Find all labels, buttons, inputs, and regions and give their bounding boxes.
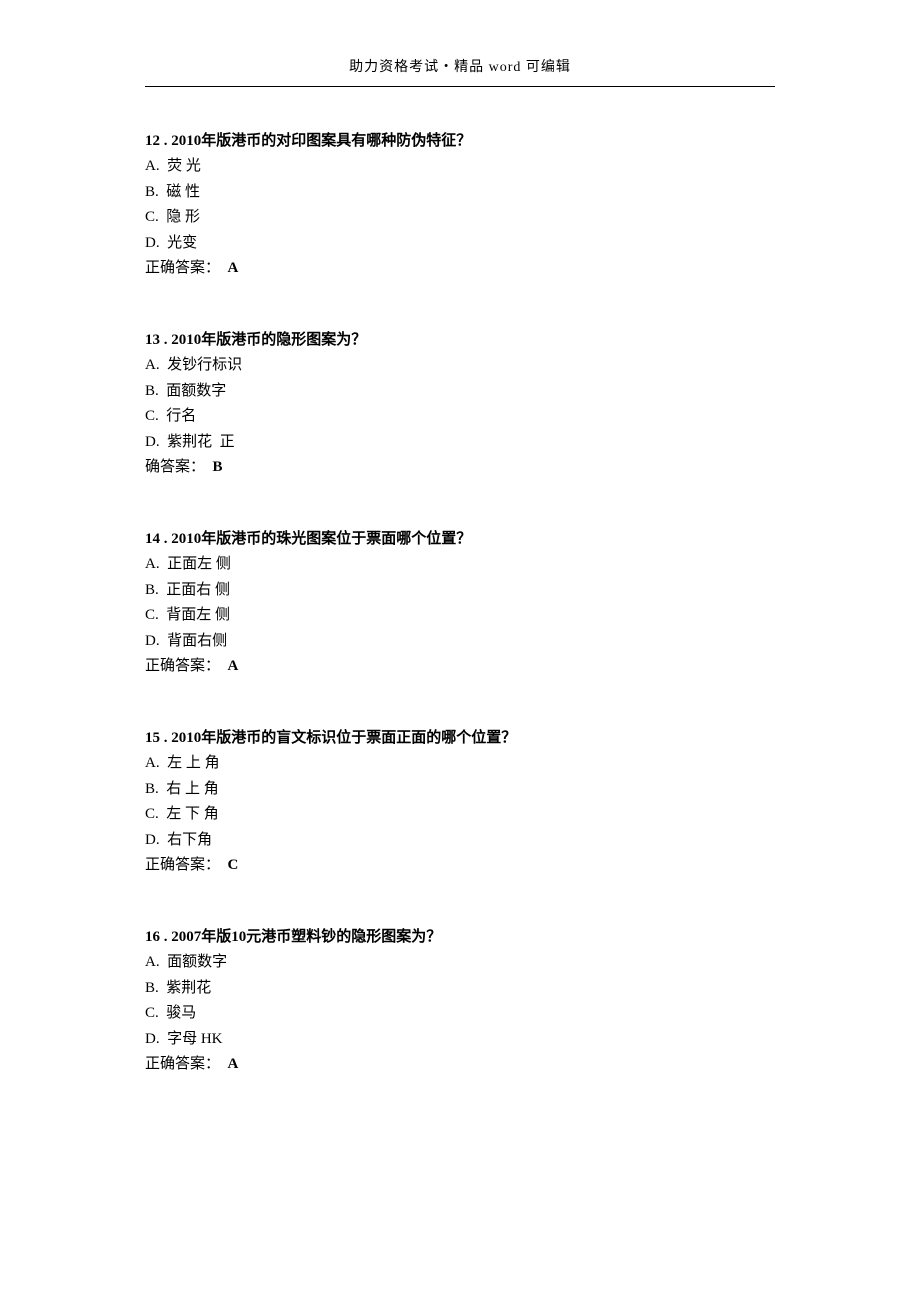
option-d: D. 右下角: [145, 828, 775, 854]
option-a: A. 荧 光: [145, 154, 775, 180]
option-c: C. 左 下 角: [145, 802, 775, 828]
question-line: 16 . 2007年版10元港币塑料钞的隐形图案为？: [145, 925, 775, 951]
option-c: C. 背面左 侧: [145, 603, 775, 629]
option-d: D. 背面右侧: [145, 629, 775, 655]
header-suffix: 可编辑: [526, 60, 571, 75]
question-line: 15 . 2010年版港币的盲文标识位于票面正面的哪个位置？: [145, 726, 775, 752]
question-line: 14 . 2010年版港币的珠光图案位于票面哪个位置？: [145, 527, 775, 553]
question-number: 16 .: [145, 929, 168, 945]
question-line: 12 . 2010年版港币的对印图案具有哪种防伪特征？: [145, 129, 775, 155]
answer-label: 正确答案：: [145, 260, 228, 276]
header-mid: 精品: [454, 60, 484, 75]
option-c: C. 骏马: [145, 1001, 775, 1027]
answer-label: 正确答案：: [145, 658, 228, 674]
option-c: C. 行名: [145, 404, 775, 430]
answer-label: 正确答案：: [145, 1056, 228, 1072]
option-b: B. 正面右 侧: [145, 578, 775, 604]
question-block: 15 . 2010年版港币的盲文标识位于票面正面的哪个位置？ A. 左 上 角 …: [145, 726, 775, 879]
option-b: B. 右 上 角: [145, 777, 775, 803]
question-block: 12 . 2010年版港币的对印图案具有哪种防伪特征？ A. 荧 光 B. 磁 …: [145, 129, 775, 282]
option-a: A. 面额数字: [145, 950, 775, 976]
option-d: D. 紫荆花 正: [145, 430, 775, 456]
question-number: 13 .: [145, 332, 168, 348]
answer-line: 正确答案： A: [145, 256, 775, 282]
option-b: B. 面额数字: [145, 379, 775, 405]
question-block: 13 . 2010年版港币的隐形图案为？ A. 发钞行标识 B. 面额数字 C.…: [145, 328, 775, 481]
option-a: A. 左 上 角: [145, 751, 775, 777]
answer-value: A: [228, 1056, 239, 1072]
answer-line: 正确答案： C: [145, 853, 775, 879]
option-d: D. 字母 HK: [145, 1027, 775, 1053]
question-text: 2010年版港币的盲文标识位于票面正面的哪个位置？: [168, 730, 517, 746]
answer-value: A: [228, 260, 239, 276]
header-prefix: 助力资格考试: [349, 60, 439, 75]
option-d: D. 光变: [145, 231, 775, 257]
question-line: 13 . 2010年版港币的隐形图案为？: [145, 328, 775, 354]
header-word-label: word: [484, 60, 526, 75]
answer-value: C: [228, 857, 239, 873]
question-block: 16 . 2007年版10元港币塑料钞的隐形图案为？ A. 面额数字 B. 紫荆…: [145, 925, 775, 1078]
header-separator: ・: [439, 60, 454, 75]
question-text: 2007年版10元港币塑料钞的隐形图案为？: [168, 929, 442, 945]
question-text: 2010年版港币的隐形图案为？: [168, 332, 367, 348]
question-text: 2010年版港币的珠光图案位于票面哪个位置？: [168, 531, 472, 547]
answer-line: 正确答案： A: [145, 654, 775, 680]
answer-line: 确答案： B: [145, 455, 775, 481]
question-number: 12 .: [145, 133, 168, 149]
question-block: 14 . 2010年版港币的珠光图案位于票面哪个位置？ A. 正面左 侧 B. …: [145, 527, 775, 680]
answer-value: B: [213, 459, 223, 475]
option-b: B. 紫荆花: [145, 976, 775, 1002]
option-b: B. 磁 性: [145, 180, 775, 206]
page-header: 助力资格考试・精品 word 可编辑: [145, 56, 775, 86]
question-number: 14 .: [145, 531, 168, 547]
answer-label: 确答案：: [145, 459, 213, 475]
answer-line: 正确答案： A: [145, 1052, 775, 1078]
document-page: 助力资格考试・精品 word 可编辑 12 . 2010年版港币的对印图案具有哪…: [0, 0, 920, 1300]
header-underline: [145, 86, 775, 87]
option-a: A. 正面左 侧: [145, 552, 775, 578]
answer-value: A: [228, 658, 239, 674]
question-text: 2010年版港币的对印图案具有哪种防伪特征？: [168, 133, 472, 149]
option-c: C. 隐 形: [145, 205, 775, 231]
answer-label: 正确答案：: [145, 857, 228, 873]
question-number: 15 .: [145, 730, 168, 746]
option-a: A. 发钞行标识: [145, 353, 775, 379]
